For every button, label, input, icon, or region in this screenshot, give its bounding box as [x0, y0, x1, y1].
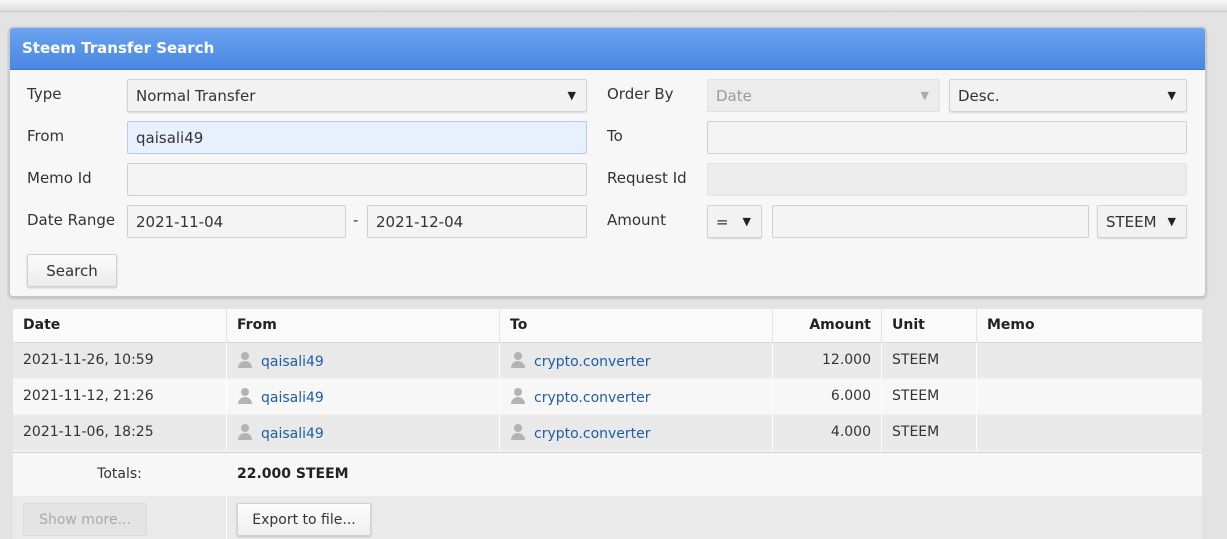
- browser-top-bar: [0, 0, 1227, 12]
- chevron-down-icon: ▼: [1167, 89, 1176, 102]
- export-button[interactable]: Export to file...: [237, 503, 371, 536]
- type-label: Type: [27, 85, 62, 103]
- cell-memo: [977, 415, 1202, 450]
- amount-operator-select[interactable]: = ▼: [707, 205, 762, 238]
- column-header-amount[interactable]: Amount: [773, 309, 882, 343]
- cell-memo: [977, 379, 1202, 414]
- chevron-down-icon: ▼: [742, 215, 751, 228]
- to-input[interactable]: [707, 121, 1187, 154]
- cell-amount: 6.000: [773, 379, 882, 414]
- cell-unit: STEEM: [882, 415, 977, 450]
- from-account-link[interactable]: qaisali49: [261, 390, 324, 406]
- user-icon: [237, 352, 253, 368]
- date-end-input[interactable]: 2021-12-04: [367, 205, 587, 238]
- order-direction-value: Desc.: [958, 87, 1000, 105]
- date-range-label: Date Range: [27, 211, 116, 229]
- amount-input[interactable]: [772, 205, 1089, 238]
- column-header-to[interactable]: To: [500, 309, 773, 343]
- panel-title: Steem Transfer Search: [10, 28, 1205, 70]
- totals-value: 22.000 STEEM: [237, 466, 349, 482]
- show-more-button: Show more...: [23, 503, 147, 536]
- order-by-field-value: Date: [716, 87, 752, 105]
- to-account-link[interactable]: crypto.converter: [534, 354, 651, 370]
- chevron-down-icon: ▼: [920, 89, 929, 102]
- from-label: From: [27, 127, 65, 145]
- cell-from: qaisali49: [227, 415, 500, 450]
- cell-amount: 4.000: [773, 415, 882, 450]
- search-panel: Steem Transfer Search: [9, 27, 1206, 297]
- cell-amount: 12.000: [773, 343, 882, 378]
- totals-row: Totals: 22.000 STEEM: [13, 452, 1202, 496]
- cell-unit: STEEM: [882, 379, 977, 414]
- to-account-link[interactable]: crypto.converter: [534, 426, 651, 442]
- cell-from: qaisali49: [227, 379, 500, 414]
- cell-memo: [977, 343, 1202, 378]
- cell-date: 2021-11-26, 10:59: [13, 343, 227, 378]
- amount-unit-value: STEEM: [1106, 213, 1157, 231]
- user-icon: [237, 424, 253, 440]
- from-account-link[interactable]: qaisali49: [261, 426, 324, 442]
- totals-label: Totals:: [97, 466, 142, 482]
- amount-label: Amount: [607, 211, 666, 229]
- date-range-separator: -: [353, 211, 359, 229]
- user-icon: [510, 388, 526, 404]
- type-select[interactable]: Normal Transfer ▼: [127, 79, 587, 112]
- user-icon: [237, 388, 253, 404]
- request-id-label: Request Id: [607, 169, 687, 187]
- cell-to: crypto.converter: [500, 343, 773, 378]
- request-id-input: [707, 163, 1187, 196]
- memo-id-label: Memo Id: [27, 169, 92, 187]
- order-direction-select[interactable]: Desc. ▼: [949, 79, 1187, 112]
- column-header-from[interactable]: From: [227, 309, 500, 343]
- cell-unit: STEEM: [882, 343, 977, 378]
- user-icon: [510, 352, 526, 368]
- results-table: Date From To Amount Unit Memo 2021-11-26…: [13, 309, 1202, 539]
- date-start-input[interactable]: 2021-11-04: [127, 205, 346, 238]
- cell-date: 2021-11-06, 18:25: [13, 415, 227, 450]
- to-account-link[interactable]: crypto.converter: [534, 390, 651, 406]
- column-header-date[interactable]: Date: [13, 309, 227, 343]
- column-header-unit[interactable]: Unit: [882, 309, 977, 343]
- chevron-down-icon: ▼: [567, 89, 576, 102]
- table-row: 2021-11-06, 18:25 qaisali49 crypto.conve…: [13, 415, 1202, 450]
- column-header-memo[interactable]: Memo: [977, 309, 1202, 343]
- cell-to: crypto.converter: [500, 379, 773, 414]
- from-account-link[interactable]: qaisali49: [261, 354, 324, 370]
- cell-from: qaisali49: [227, 343, 500, 378]
- cell-to: crypto.converter: [500, 415, 773, 450]
- chevron-down-icon: ▼: [1167, 215, 1176, 228]
- memo-id-input[interactable]: [127, 163, 587, 196]
- search-button[interactable]: Search: [27, 254, 117, 287]
- table-header: Date From To Amount Unit Memo: [13, 309, 1202, 343]
- table-footer: Show more... Export to file...: [13, 496, 1202, 539]
- amount-operator-value: =: [716, 213, 729, 231]
- to-label: To: [607, 127, 623, 145]
- user-icon: [510, 424, 526, 440]
- from-input[interactable]: qaisali49: [127, 121, 587, 154]
- table-row: 2021-11-26, 10:59 qaisali49 crypto.conve…: [13, 343, 1202, 378]
- amount-unit-select[interactable]: STEEM ▼: [1097, 205, 1187, 238]
- order-by-field-select: Date ▼: [707, 79, 940, 112]
- type-select-value: Normal Transfer: [136, 87, 256, 105]
- cell-date: 2021-11-12, 21:26: [13, 379, 227, 414]
- order-by-label: Order By: [607, 85, 674, 103]
- table-row: 2021-11-12, 21:26 qaisali49 crypto.conve…: [13, 379, 1202, 414]
